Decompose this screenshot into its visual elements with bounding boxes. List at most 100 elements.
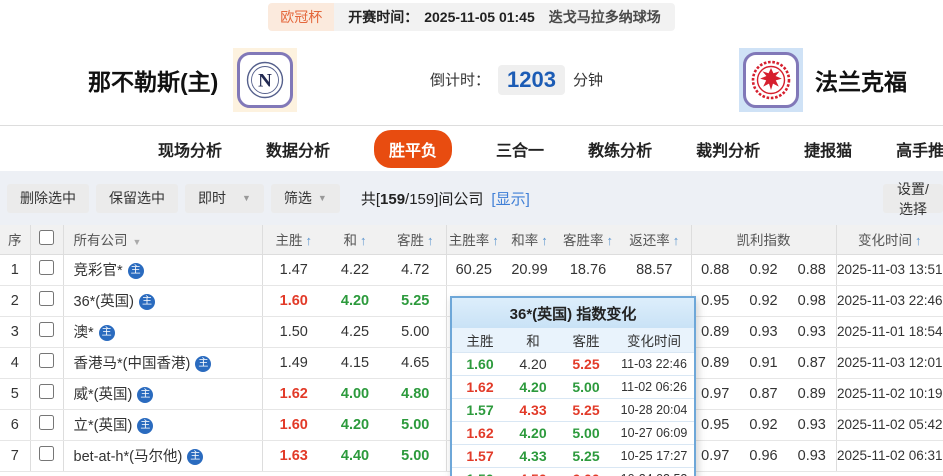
odds-cell: 4.22 [325, 254, 385, 286]
row-checkbox[interactable] [39, 260, 54, 275]
nav-tab[interactable]: 捷报猫 [804, 137, 852, 161]
kelly-cell: 0.92 [739, 409, 788, 441]
league-badge: 欧冠杯 [268, 3, 335, 31]
odds-cell: 1.63 [262, 440, 325, 472]
popup-change-time: 10-28 20:04 [620, 403, 688, 417]
nav-tab[interactable]: 三合一 [496, 137, 544, 161]
col-company[interactable]: 所有公司 ▼ [63, 225, 263, 255]
away-team-name: 法兰克福 [815, 68, 907, 95]
col-home-rate[interactable]: 主胜率 ↑ [446, 225, 501, 255]
col-away-rate[interactable]: 客胜率 ↑ [558, 225, 618, 255]
filter-dropdown[interactable]: 筛选 ▼ [270, 183, 340, 213]
popup-home-odds: 1.57 [466, 402, 494, 418]
sort-up-icon: ↑ [427, 233, 434, 249]
toolbar: 删除选中 保留选中 即时 ▼ 筛选 ▼ 共[159/159]间公司 [显示] 设… [0, 171, 943, 225]
col-away-win[interactable]: 客胜 ↑ [385, 225, 447, 255]
col-seq: 序 [0, 225, 31, 255]
away-team-logo [739, 48, 803, 112]
change-time-cell: 2025-11-02 05:42 [836, 409, 943, 441]
popup-col-away: 客胜 [572, 334, 600, 349]
odds-change-popup: 36*(英国) 指数变化 主胜 和 客胜 变化时间 1.60 4.20 5.25 11… [450, 296, 696, 476]
kickoff-info: 开赛时间： 2025-11-05 01:45 迭戈马拉多纳球场 [334, 3, 675, 31]
select-all-checkbox[interactable] [39, 230, 54, 246]
delete-selected-button[interactable]: 删除选中 [7, 183, 89, 213]
odds-cell: 1.50 [262, 316, 325, 348]
col-home-win[interactable]: 主胜 ↑ [262, 225, 325, 255]
row-seq: 6 [0, 409, 31, 441]
popup-home-odds: 1.62 [466, 425, 494, 441]
odds-cell: 4.15 [325, 347, 385, 379]
live-dropdown[interactable]: 即时 ▼ [185, 183, 264, 213]
kickoff-label: 开赛时间： [348, 9, 419, 25]
col-draw[interactable]: 和 ↑ [325, 225, 385, 255]
kelly-cell: 0.97 [691, 440, 739, 472]
sort-up-icon: ↑ [606, 233, 614, 249]
odds-cell: 4.72 [385, 254, 447, 286]
popup-away-odds: 5.25 [572, 356, 600, 372]
row-checkbox[interactable] [39, 415, 54, 430]
rate-cell: 18.76 [558, 254, 618, 286]
popup-draw-odds: 4.20 [519, 379, 547, 395]
nav-tabs: 现场分析 数据分析 胜平负 三合一 教练分析 裁判分析 捷报猫 高手推荐 [0, 126, 943, 171]
nav-tab[interactable]: 数据分析 [266, 137, 330, 161]
col-return-rate[interactable]: 返还率 ↑ [618, 225, 692, 255]
odds-cell: 1.62 [262, 378, 325, 410]
main-company-badge-icon: 主 [138, 294, 155, 311]
keep-selected-button[interactable]: 保留选中 [96, 183, 178, 213]
popup-change-time: 11-02 06:26 [621, 380, 687, 394]
countdown: 倒计时： 1203 分钟 [430, 64, 603, 95]
row-checkbox[interactable] [39, 353, 54, 368]
company-cell: bet-at-h*(马尔他) 主 [63, 440, 263, 472]
odds-cell: 4.80 [385, 378, 447, 410]
row-checkbox[interactable] [39, 446, 54, 461]
nav-tab[interactable]: 教练分析 [588, 137, 652, 161]
nav-tab[interactable]: 裁判分析 [696, 137, 760, 161]
kelly-cell: 0.89 [788, 378, 837, 410]
popup-home-odds: 1.50 [452, 471, 508, 476]
company-name: 立*(英国) [73, 418, 133, 434]
kelly-cell: 0.97 [691, 378, 739, 410]
kelly-cell: 0.95 [691, 409, 739, 441]
popup-rows: 1.60 4.20 5.25 11-03 22:46 1.62 4.20 5.00 11-02… [452, 352, 694, 476]
nav-tab[interactable]: 高手推荐 [896, 137, 943, 161]
popup-col-draw: 和 [526, 334, 540, 349]
countdown-unit: 分钟 [572, 72, 603, 89]
popup-odds-row: 1.62 4.20 5.00 11-02 06:26 [452, 375, 694, 398]
settings-button[interactable]: 设置/选择 [883, 181, 943, 217]
row-checkbox[interactable] [39, 322, 54, 337]
col-change-time[interactable]: 变化时间 ↑ [836, 225, 943, 255]
row-seq: 3 [0, 316, 31, 348]
kelly-cell: 0.93 [788, 409, 837, 441]
odds-cell: 4.00 [325, 378, 385, 410]
col-draw-rate[interactable]: 和率 ↑ [501, 225, 558, 255]
kelly-cell: 0.88 [691, 254, 739, 286]
row-checkbox[interactable] [39, 384, 54, 399]
nav-tab[interactable]: 胜平负 [374, 129, 453, 168]
popup-header-row: 主胜 和 客胜 变化时间 [452, 328, 694, 352]
popup-draw-odds: 4.33 [519, 448, 547, 464]
kelly-cell: 0.89 [691, 347, 739, 379]
kelly-cell: 0.91 [739, 347, 788, 379]
row-seq: 7 [0, 440, 31, 472]
popup-col-home: 主胜 [466, 334, 494, 349]
row-seq: 4 [0, 347, 31, 379]
popup-col-time: 变化时间 [627, 334, 681, 349]
popup-home-odds: 1.62 [466, 379, 494, 395]
company-name: bet-at-h*(马尔他) [73, 449, 183, 465]
show-link[interactable]: [显示] [491, 188, 529, 209]
main-company-badge-icon: 主 [137, 387, 154, 404]
popup-away-odds: 5.00 [572, 379, 600, 395]
popup-odds-row: 1.57 4.33 5.25 10-25 17:27 [452, 444, 694, 467]
nav-tab[interactable]: 现场分析 [158, 137, 222, 161]
popup-change-time: 10-24 02:52 [614, 472, 694, 476]
popup-away-odds: 5.25 [572, 402, 600, 418]
svg-text:N: N [258, 71, 272, 92]
row-checkbox[interactable] [39, 291, 54, 306]
home-team-logo: N [233, 48, 297, 112]
change-time-cell: 2025-11-02 10:19 [836, 378, 943, 410]
rate-cell: 88.57 [618, 254, 692, 286]
table-row[interactable]: 1 竞彩官* 主 1.47 4.22 4.72 60.25 20.99 18.76 88.57 0.… [0, 254, 943, 286]
kelly-cell: 0.93 [788, 316, 837, 348]
popup-change-time: 11-03 22:46 [621, 357, 687, 371]
row-seq: 1 [0, 254, 31, 286]
